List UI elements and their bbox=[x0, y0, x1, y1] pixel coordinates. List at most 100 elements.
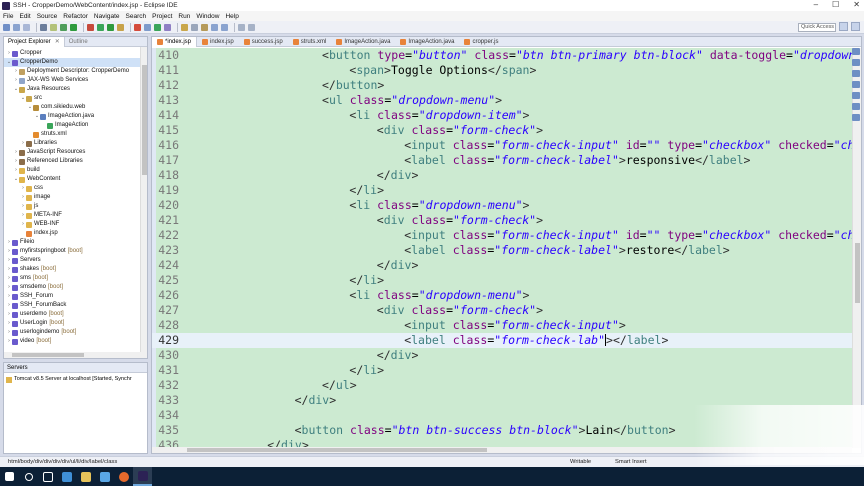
tree-item[interactable]: ⌄ WebContent bbox=[4, 175, 147, 184]
terminal-view-icon[interactable] bbox=[852, 114, 860, 121]
tab-outline[interactable]: Outline bbox=[65, 37, 92, 47]
scrollbar-thumb[interactable] bbox=[142, 65, 147, 175]
tree-item[interactable]: ⌄ ImageAction.java bbox=[4, 112, 147, 121]
close-button[interactable]: ✕ bbox=[853, 0, 860, 10]
menu-source[interactable]: Source bbox=[37, 13, 58, 20]
tree-item[interactable]: ⌄ Java Resources bbox=[4, 85, 147, 94]
explorer-horizontal-scrollbar[interactable] bbox=[4, 352, 142, 358]
code-line[interactable]: 432 </ul> bbox=[152, 378, 852, 393]
tree-item[interactable]: › build bbox=[4, 166, 147, 175]
new-icon[interactable] bbox=[3, 23, 10, 31]
tree-item[interactable]: › SSH_ForumBack bbox=[4, 301, 147, 310]
store-button[interactable] bbox=[95, 467, 114, 486]
tree-item[interactable]: › Fileio bbox=[4, 238, 147, 247]
tree-item[interactable]: ⌄ CropperDemo bbox=[4, 58, 147, 67]
tree-item[interactable]: › sms [boot] bbox=[4, 274, 147, 283]
editor-tab[interactable]: ImageAction.java bbox=[395, 37, 459, 47]
code-area[interactable]: 410 <button type="button" class="btn btn-… bbox=[152, 48, 852, 448]
tree-item[interactable]: › Servers bbox=[4, 256, 147, 265]
tree-item[interactable]: › smsdemo [boot] bbox=[4, 283, 147, 292]
new-class-icon[interactable] bbox=[154, 23, 161, 31]
new-package-icon[interactable] bbox=[144, 23, 151, 31]
save-all-icon[interactable] bbox=[23, 23, 30, 31]
code-line[interactable]: 426 <li class="dropdown-menu"> bbox=[152, 288, 852, 303]
code-line[interactable]: 419 </li> bbox=[152, 183, 852, 198]
menu-edit[interactable]: Edit bbox=[19, 13, 30, 20]
tree-item[interactable]: › Referenced Libraries bbox=[4, 157, 147, 166]
external-tools-icon[interactable] bbox=[117, 23, 124, 31]
problems-view-icon[interactable] bbox=[852, 92, 860, 99]
code-line[interactable]: 431 </li> bbox=[152, 363, 852, 378]
previous-annotation-icon[interactable] bbox=[221, 23, 228, 31]
menu-project[interactable]: Project bbox=[152, 13, 172, 20]
editor-tab[interactable]: ImageAction.java bbox=[331, 37, 395, 47]
tree-item[interactable]: ⌄ com.sikiedu.web bbox=[4, 103, 147, 112]
code-line[interactable]: 416 <input class="form-check-input" id=""… bbox=[152, 138, 852, 153]
markers-view-icon[interactable] bbox=[852, 59, 860, 66]
search-icon[interactable] bbox=[191, 23, 198, 31]
code-line[interactable]: 414 <li class="dropdown-item"> bbox=[152, 108, 852, 123]
editor-tab[interactable]: cropper.js bbox=[459, 37, 503, 47]
menu-help[interactable]: Help bbox=[225, 13, 238, 20]
new-interface-icon[interactable] bbox=[164, 23, 171, 31]
code-line[interactable]: 413 <ul class="dropdown-menu"> bbox=[152, 93, 852, 108]
debug-icon[interactable] bbox=[60, 23, 67, 31]
tree-item[interactable]: › UserLogin [boot] bbox=[4, 319, 147, 328]
tree-item[interactable]: struts.xml bbox=[4, 130, 147, 139]
code-line[interactable]: 417 <label class="form-check-label">respo… bbox=[152, 153, 852, 168]
code-line[interactable]: 422 <input class="form-check-input" id=""… bbox=[152, 228, 852, 243]
code-line[interactable]: 427 <div class="form-check"> bbox=[152, 303, 852, 318]
edge-button[interactable] bbox=[57, 467, 76, 486]
menu-navigate[interactable]: Navigate bbox=[94, 13, 120, 20]
explorer-vertical-scrollbar[interactable] bbox=[140, 47, 147, 358]
console-view-icon[interactable] bbox=[852, 81, 860, 88]
code-line[interactable]: 420 <li class="dropdown-menu"> bbox=[152, 198, 852, 213]
code-line[interactable]: 418 </div> bbox=[152, 168, 852, 183]
tree-item[interactable]: › userdemo [boot] bbox=[4, 310, 147, 319]
editor-tab[interactable]: *index.jsp bbox=[152, 37, 198, 47]
maximize-button[interactable]: ☐ bbox=[832, 0, 839, 10]
tree-item[interactable]: › shakes [boot] bbox=[4, 265, 147, 274]
perspective-icon[interactable] bbox=[839, 22, 848, 31]
tree-item[interactable]: › css bbox=[4, 184, 147, 193]
tree-item[interactable]: › META-INF bbox=[4, 211, 147, 220]
tree-item[interactable]: › userlogindemo [boot] bbox=[4, 328, 147, 337]
firefox-button[interactable] bbox=[114, 467, 133, 486]
eclipse-taskbar-button[interactable] bbox=[133, 467, 152, 486]
code-line[interactable]: 411 <span>Toggle Options</span> bbox=[152, 63, 852, 78]
print-icon[interactable] bbox=[40, 23, 47, 31]
outline-view-icon[interactable] bbox=[852, 48, 860, 55]
stop-icon[interactable] bbox=[87, 23, 94, 31]
tree-item[interactable]: › SSH_Forum bbox=[4, 292, 147, 301]
server-row[interactable]: Tomcat v8.5 Server at localhost [Started… bbox=[4, 375, 147, 384]
forward-icon[interactable] bbox=[248, 23, 255, 31]
tree-item[interactable]: › Cropper bbox=[4, 49, 147, 58]
tab-project-explorer[interactable]: Project Explorer ✕ bbox=[4, 36, 65, 47]
tab-servers[interactable]: Servers bbox=[4, 363, 147, 373]
properties-view-icon[interactable] bbox=[852, 70, 860, 77]
search-taskbar-button[interactable] bbox=[19, 467, 38, 486]
tree-item[interactable]: › WEB-INF bbox=[4, 220, 147, 229]
tree-item[interactable]: › myfirstspringboot [boot] bbox=[4, 247, 147, 256]
save-icon[interactable] bbox=[13, 23, 20, 31]
annotation-icon[interactable] bbox=[201, 23, 208, 31]
run-last-icon[interactable] bbox=[107, 23, 114, 31]
close-tab-icon[interactable]: ✕ bbox=[55, 37, 60, 47]
task-view-button[interactable] bbox=[38, 467, 57, 486]
server-start-icon[interactable] bbox=[97, 23, 104, 31]
new-java-project-icon[interactable] bbox=[134, 23, 141, 31]
code-line[interactable]: 410 <button type="button" class="btn btn-… bbox=[152, 48, 852, 63]
code-line[interactable]: 425 </li> bbox=[152, 273, 852, 288]
menu-search[interactable]: Search bbox=[126, 13, 147, 20]
tree-item[interactable]: › JAX-WS Web Services bbox=[4, 76, 147, 85]
tree-item[interactable]: › Deployment Descriptor: CropperDemo bbox=[4, 67, 147, 76]
code-line[interactable]: 424 </div> bbox=[152, 258, 852, 273]
snippets-view-icon[interactable] bbox=[852, 103, 860, 110]
code-line[interactable]: 412 </button> bbox=[152, 78, 852, 93]
tree-item[interactable]: index.jsp bbox=[4, 229, 147, 238]
scrollbar-thumb[interactable] bbox=[187, 448, 487, 452]
code-line[interactable]: 415 <div class="form-check"> bbox=[152, 123, 852, 138]
code-line[interactable]: 430 </div> bbox=[152, 348, 852, 363]
tree-item[interactable]: › image bbox=[4, 193, 147, 202]
editor-tab[interactable]: index.jsp bbox=[197, 37, 239, 47]
